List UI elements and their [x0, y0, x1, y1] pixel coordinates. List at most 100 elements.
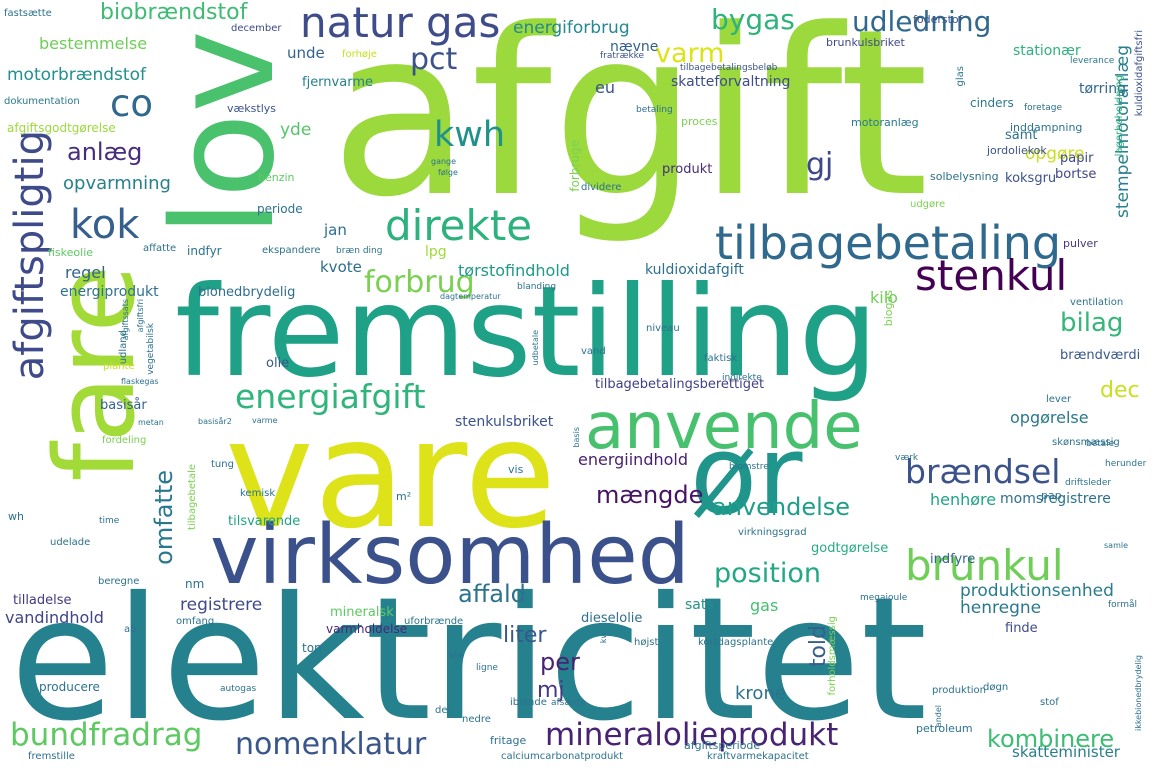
word-braendvaerdi: brændværdi	[1060, 348, 1141, 363]
word-fremstille: fremstille	[28, 751, 75, 762]
word-ventilation: ventilation	[1070, 297, 1124, 308]
word-ske: ske	[449, 651, 465, 661]
word-fratraekke: fratrække	[600, 51, 645, 61]
word-sats: sats	[685, 597, 714, 613]
word-ab: ab	[124, 624, 137, 635]
word-vand: vand	[581, 346, 606, 357]
word-afgiftspligtig: afgiftspligtig	[7, 130, 53, 381]
word-betale: betale	[1086, 439, 1115, 449]
word-jan: jan	[324, 221, 347, 239]
word-driftsleder: driftsleder	[1065, 478, 1112, 488]
word-indfyre: indfyre	[930, 552, 976, 567]
word-energiprodukt: energiprodukt	[60, 284, 159, 300]
word-cloud: afgift elektricitet fremstilling vare lov far…	[0, 0, 1155, 770]
word-ton: ton	[302, 641, 322, 655]
word-maengde: mængde	[596, 481, 704, 509]
word-formaal: formål	[1108, 600, 1137, 610]
word-kortdagsplante: kortdagsplante	[698, 637, 774, 648]
word-uforbraende: uforbrænde	[404, 616, 464, 627]
word-henregne: henregne	[960, 598, 1042, 618]
word-fiskeolie: fiskeolie	[48, 246, 94, 259]
word-faktisk: faktisk	[704, 353, 738, 364]
word-beregne: beregne	[98, 576, 140, 587]
word-periode: periode	[257, 202, 303, 216]
word-anvendelse: anvendelse	[712, 493, 851, 521]
word-blomstre: blomstre	[729, 462, 769, 472]
word-direkte: direkte	[385, 201, 533, 250]
word-energiindhold: energiindhold	[578, 450, 688, 469]
word-biobraendstof: biobrændstof	[100, 0, 248, 25]
word-regel: regel	[65, 263, 106, 282]
word-forhoeje: forhøje	[342, 49, 377, 60]
word-udelade: udelade	[50, 537, 91, 548]
word-samle: samle	[1104, 541, 1129, 550]
word-tilladelse: tilladelse	[13, 593, 72, 608]
word-finde: finde	[1005, 621, 1038, 636]
word-unde: unde	[287, 44, 325, 62]
word-indfyr: indfyr	[187, 244, 222, 258]
word-pct: pct	[410, 42, 458, 77]
word-del: del	[435, 705, 451, 716]
word-afgiftsgodtgoerelse: afgiftsgodtgørelse	[7, 121, 116, 135]
word-kwh: kwh	[434, 115, 506, 155]
word-flaskegas: flaskegas	[121, 377, 159, 386]
word-energiafgift: energiafgift	[235, 377, 426, 416]
word-gas: gas	[750, 596, 779, 615]
word-niveau: niveau	[646, 323, 680, 334]
word-braendsel: brændsel	[905, 452, 1061, 491]
word-tung: tung	[211, 459, 234, 470]
word-hoejst: højst	[634, 637, 659, 648]
word-proces: proces	[681, 115, 718, 128]
word-nedre: nedre	[462, 714, 491, 725]
word-energiforbrug: energiforbrug	[513, 18, 630, 38]
word-henhoere: henhøre	[930, 490, 997, 509]
word-stenkul: stenkul	[915, 251, 1068, 300]
word-eu: eu	[595, 78, 615, 97]
word-omfatte: omfatte	[150, 470, 178, 565]
word-anlaeg: anlæg	[67, 138, 143, 166]
word-basisaar2: basisår2	[198, 417, 232, 426]
word-megajoule: megajoule	[860, 593, 908, 603]
word-co: co	[110, 82, 153, 125]
word-afsaette: afsætte	[551, 698, 586, 708]
word-position: position	[714, 558, 821, 589]
word-tilsvarende: tilsvarende	[228, 514, 301, 529]
word-nm: nm	[185, 577, 205, 591]
word-udgoere: udgøre	[910, 199, 946, 210]
word-fjernvarme: fjernvarme	[302, 75, 373, 90]
word-kuldioxidafgiftsfri: kuldioxidafgiftsfri	[1134, 30, 1145, 117]
word-affatte: affatte	[143, 243, 177, 254]
word-yde: yde	[280, 120, 312, 140]
word-jordoliekok: jordoliekok	[987, 144, 1047, 157]
word-motorbraendstof: motorbrændstof	[7, 65, 146, 85]
word-lagerbeholdning: lagerbeholdning	[1114, 75, 1125, 157]
word-tilbagebetalingsbeloeb: tilbagebetalingsbeløb	[680, 63, 778, 73]
word-foderstof: foderstof	[913, 13, 963, 26]
word-braen-ding: bræn ding	[336, 246, 383, 256]
word-herunder: herunder	[1105, 459, 1147, 469]
word-kuldioxidafgift: kuldioxidafgift	[645, 262, 744, 278]
word-autogas: autogas	[220, 684, 257, 694]
word-biogas: biogas	[882, 290, 895, 327]
word-basisaar: basisår	[100, 398, 147, 413]
word-solbelysning: solbelysning	[930, 170, 999, 183]
word-dividere: dividere	[581, 182, 622, 193]
word-koksgru: koksgru	[1005, 171, 1057, 186]
word-ikkebionedbrydelig: ikkebionedbrydelig	[1134, 655, 1143, 732]
word-omfang: omfang	[176, 616, 215, 627]
word-calciumcarbonatprodukt: calciumcarbonatprodukt	[501, 751, 624, 762]
word-kvote: kvote	[320, 258, 362, 276]
word-produkt: produkt	[662, 162, 713, 177]
word-dagtemperatur: dagtemperatur	[440, 292, 501, 301]
word-bortse: bortse	[1055, 167, 1097, 182]
word-petroleum: petroleum	[916, 722, 973, 735]
word-vegetabilsk: vegetabilsk	[146, 323, 156, 375]
word-liter: liter	[503, 623, 547, 648]
word-kok: kok	[70, 202, 140, 248]
word-forholdsmaessig: forholdsmæssig	[827, 616, 838, 696]
word-per: per	[540, 648, 580, 676]
word-bionedbrydelig: bionedbrydelig	[198, 285, 296, 300]
word-wh: wh	[8, 510, 24, 523]
word-vaekstlys: vækstlys	[227, 102, 277, 115]
word-affald: affald	[458, 580, 526, 608]
